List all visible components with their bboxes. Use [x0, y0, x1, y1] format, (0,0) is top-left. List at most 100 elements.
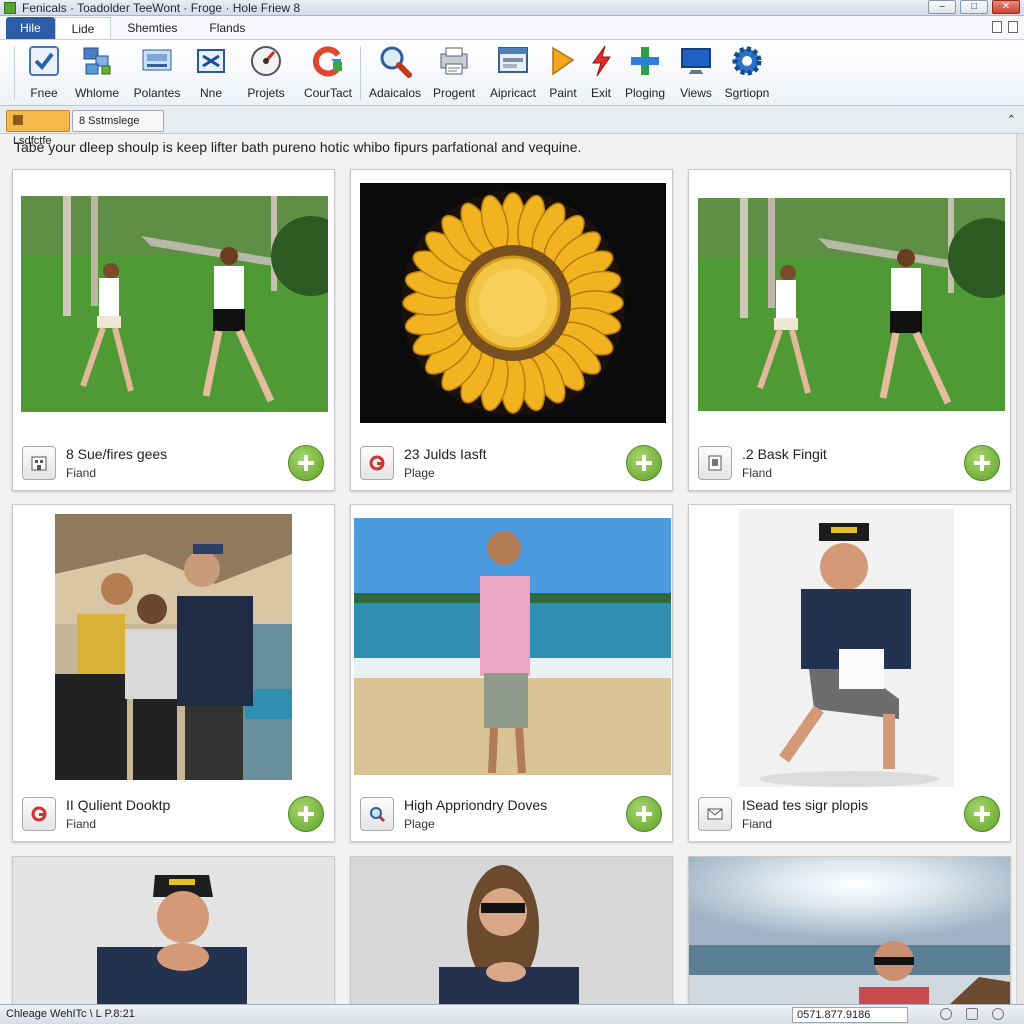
card-subtitle: Fiand	[742, 817, 773, 831]
doc-tab-active[interactable]: Lsdfctfe	[6, 110, 70, 147]
refresh-icon	[311, 44, 345, 78]
card-subtitle: Plage	[404, 817, 435, 831]
menu-tab-shemties[interactable]: Shemties	[111, 17, 193, 39]
card-title: High Appriondry Doves	[404, 797, 548, 813]
menu-file[interactable]: Hile	[6, 17, 55, 39]
card-subtitle: Fiand	[66, 466, 97, 480]
photo-man-kneeling[interactable]	[739, 509, 954, 789]
ribbon-label: Adaicalos	[368, 86, 422, 100]
ribbon-courtact-button[interactable]: CourTact	[302, 44, 354, 102]
card[interactable]	[12, 856, 335, 1005]
settings-icon[interactable]	[992, 1008, 1004, 1020]
photo-man-in-cap[interactable]	[13, 857, 334, 1005]
status-coordinates: 0571.877.9186	[792, 1007, 908, 1023]
ribbon-label: Exit	[590, 86, 611, 100]
ribbon-ploging-button[interactable]: Ploging	[620, 44, 670, 102]
card-subtitle: Fland	[742, 466, 773, 480]
status-text: Chleage WehITc \ L P.8:21	[6, 1008, 135, 1020]
menu-tab-lide[interactable]: Lide	[54, 17, 112, 39]
restore-ribbon-icon[interactable]	[992, 21, 1002, 33]
ribbon-sgrtiopn-button[interactable]: Sgrtiopn	[722, 44, 772, 102]
card[interactable]: 23 Julds Iasft Plage	[350, 169, 673, 491]
doc-tab-label: 8 Sstmslege	[79, 115, 140, 127]
network-icon	[80, 44, 114, 78]
ribbon-label: Projets	[247, 86, 285, 100]
checkmark-icon	[27, 44, 61, 78]
card[interactable]: ISead tes sigr plopis Fiand	[688, 504, 1011, 842]
photo-two-women-park[interactable]	[698, 198, 1005, 411]
ribbon-exit-button[interactable]: Exit	[586, 44, 616, 102]
document-tab-strip: Lsdfctfe 8 Sstmslege ⌃	[0, 106, 1024, 147]
zoom-icon[interactable]	[940, 1008, 952, 1020]
ribbon-projets-button[interactable]: Projets	[243, 44, 289, 102]
collapse-chevron-icon[interactable]: ⌃	[1007, 113, 1016, 126]
page-caption: Tabe your dleep shoulp is keep lifter ba…	[14, 139, 582, 155]
app-icon	[4, 1, 16, 14]
plus-icon	[974, 455, 990, 471]
photo-three-friends-harbor[interactable]	[55, 514, 292, 780]
ribbon-aipricact-button[interactable]: Aipricact	[488, 44, 538, 102]
scanner-icon	[140, 44, 174, 78]
minimize-button[interactable]: –	[928, 0, 956, 14]
ribbon-label: Paint	[549, 86, 577, 100]
add-button[interactable]	[964, 445, 1000, 481]
menu-tab-flands[interactable]: Flands	[193, 17, 261, 39]
add-button[interactable]	[964, 796, 1000, 832]
card[interactable]: .2 Bask Fingit Fland	[688, 169, 1011, 491]
ribbon-label: Whlome	[74, 86, 119, 100]
gauge-icon	[249, 44, 283, 78]
menu-bar: Hile Lide Shemties Flands	[0, 16, 1024, 40]
mail-icon	[698, 797, 732, 831]
google-icon	[360, 446, 394, 480]
ribbon-nne-button[interactable]: Nne	[196, 44, 226, 102]
plus-icon	[628, 44, 662, 78]
document-icon	[698, 446, 732, 480]
ribbon-label: Ploging	[624, 86, 666, 100]
doc-tab-second[interactable]: 8 Sstmslege	[72, 110, 164, 132]
card[interactable]: High Appriondry Doves Plage	[350, 504, 673, 842]
card-footer: II Qulient Dooktp Fiand	[13, 787, 334, 841]
card-footer: High Appriondry Doves Plage	[351, 787, 672, 841]
add-button[interactable]	[288, 445, 324, 481]
ribbon-label: Nne	[199, 86, 222, 100]
maximize-button[interactable]: □	[960, 0, 988, 14]
plus-icon	[636, 455, 652, 471]
switch-icon	[194, 44, 228, 78]
card[interactable]	[688, 856, 1011, 1005]
photo-man-on-beach[interactable]	[354, 518, 671, 775]
card-title: .2 Bask Fingit	[742, 446, 827, 462]
ribbon-whlome-button[interactable]: Whlome	[72, 44, 122, 102]
card-footer: 23 Julds Iasft Plage	[351, 436, 672, 490]
status-bar: Chleage WehITc \ L P.8:21 0571.877.9186	[0, 1004, 1024, 1024]
help-icon[interactable]	[1008, 21, 1018, 33]
card[interactable]	[350, 856, 673, 1005]
ribbon-views-button[interactable]: Views	[678, 44, 714, 102]
search-icon	[360, 797, 394, 831]
add-button[interactable]	[288, 796, 324, 832]
add-button[interactable]	[626, 796, 662, 832]
ribbon-paint-button[interactable]: Paint	[547, 44, 579, 102]
photo-sunflower[interactable]	[360, 183, 666, 423]
ribbon-progent-button[interactable]: Progent	[430, 44, 478, 102]
plus-icon	[298, 455, 314, 471]
ribbon-label: Fnee	[30, 86, 58, 100]
card-footer: ISead tes sigr plopis Fiand	[689, 787, 1010, 841]
photo-man-sunny-beach[interactable]	[689, 857, 1010, 1005]
card[interactable]: II Qulient Dooktp Fiand	[12, 504, 335, 842]
paint-icon	[546, 44, 580, 78]
view-icon[interactable]	[966, 1008, 978, 1020]
card[interactable]: 8 Sue/fires gees Fiand	[12, 169, 335, 491]
close-button[interactable]: ✕	[992, 0, 1020, 14]
add-button[interactable]	[626, 445, 662, 481]
photo-two-women-park[interactable]	[21, 196, 328, 412]
card-footer: 8 Sue/fires gees Fiand	[13, 436, 334, 490]
vertical-scrollbar[interactable]	[1016, 134, 1024, 1004]
ribbon-label: Progent	[432, 86, 476, 100]
photo-woman-sunglasses[interactable]	[351, 857, 672, 1005]
ribbon-label: Polantes	[133, 86, 181, 100]
ribbon-adaicalos-button[interactable]: Adaicalos	[368, 44, 422, 102]
printer-icon	[437, 44, 471, 78]
ribbon-fnee-button[interactable]: Fnee	[26, 44, 62, 102]
ribbon-polantes-button[interactable]: Polantes	[134, 44, 180, 102]
title-bar: Fenicals · Toadolder TeeWont · Froge · H…	[0, 0, 1024, 16]
